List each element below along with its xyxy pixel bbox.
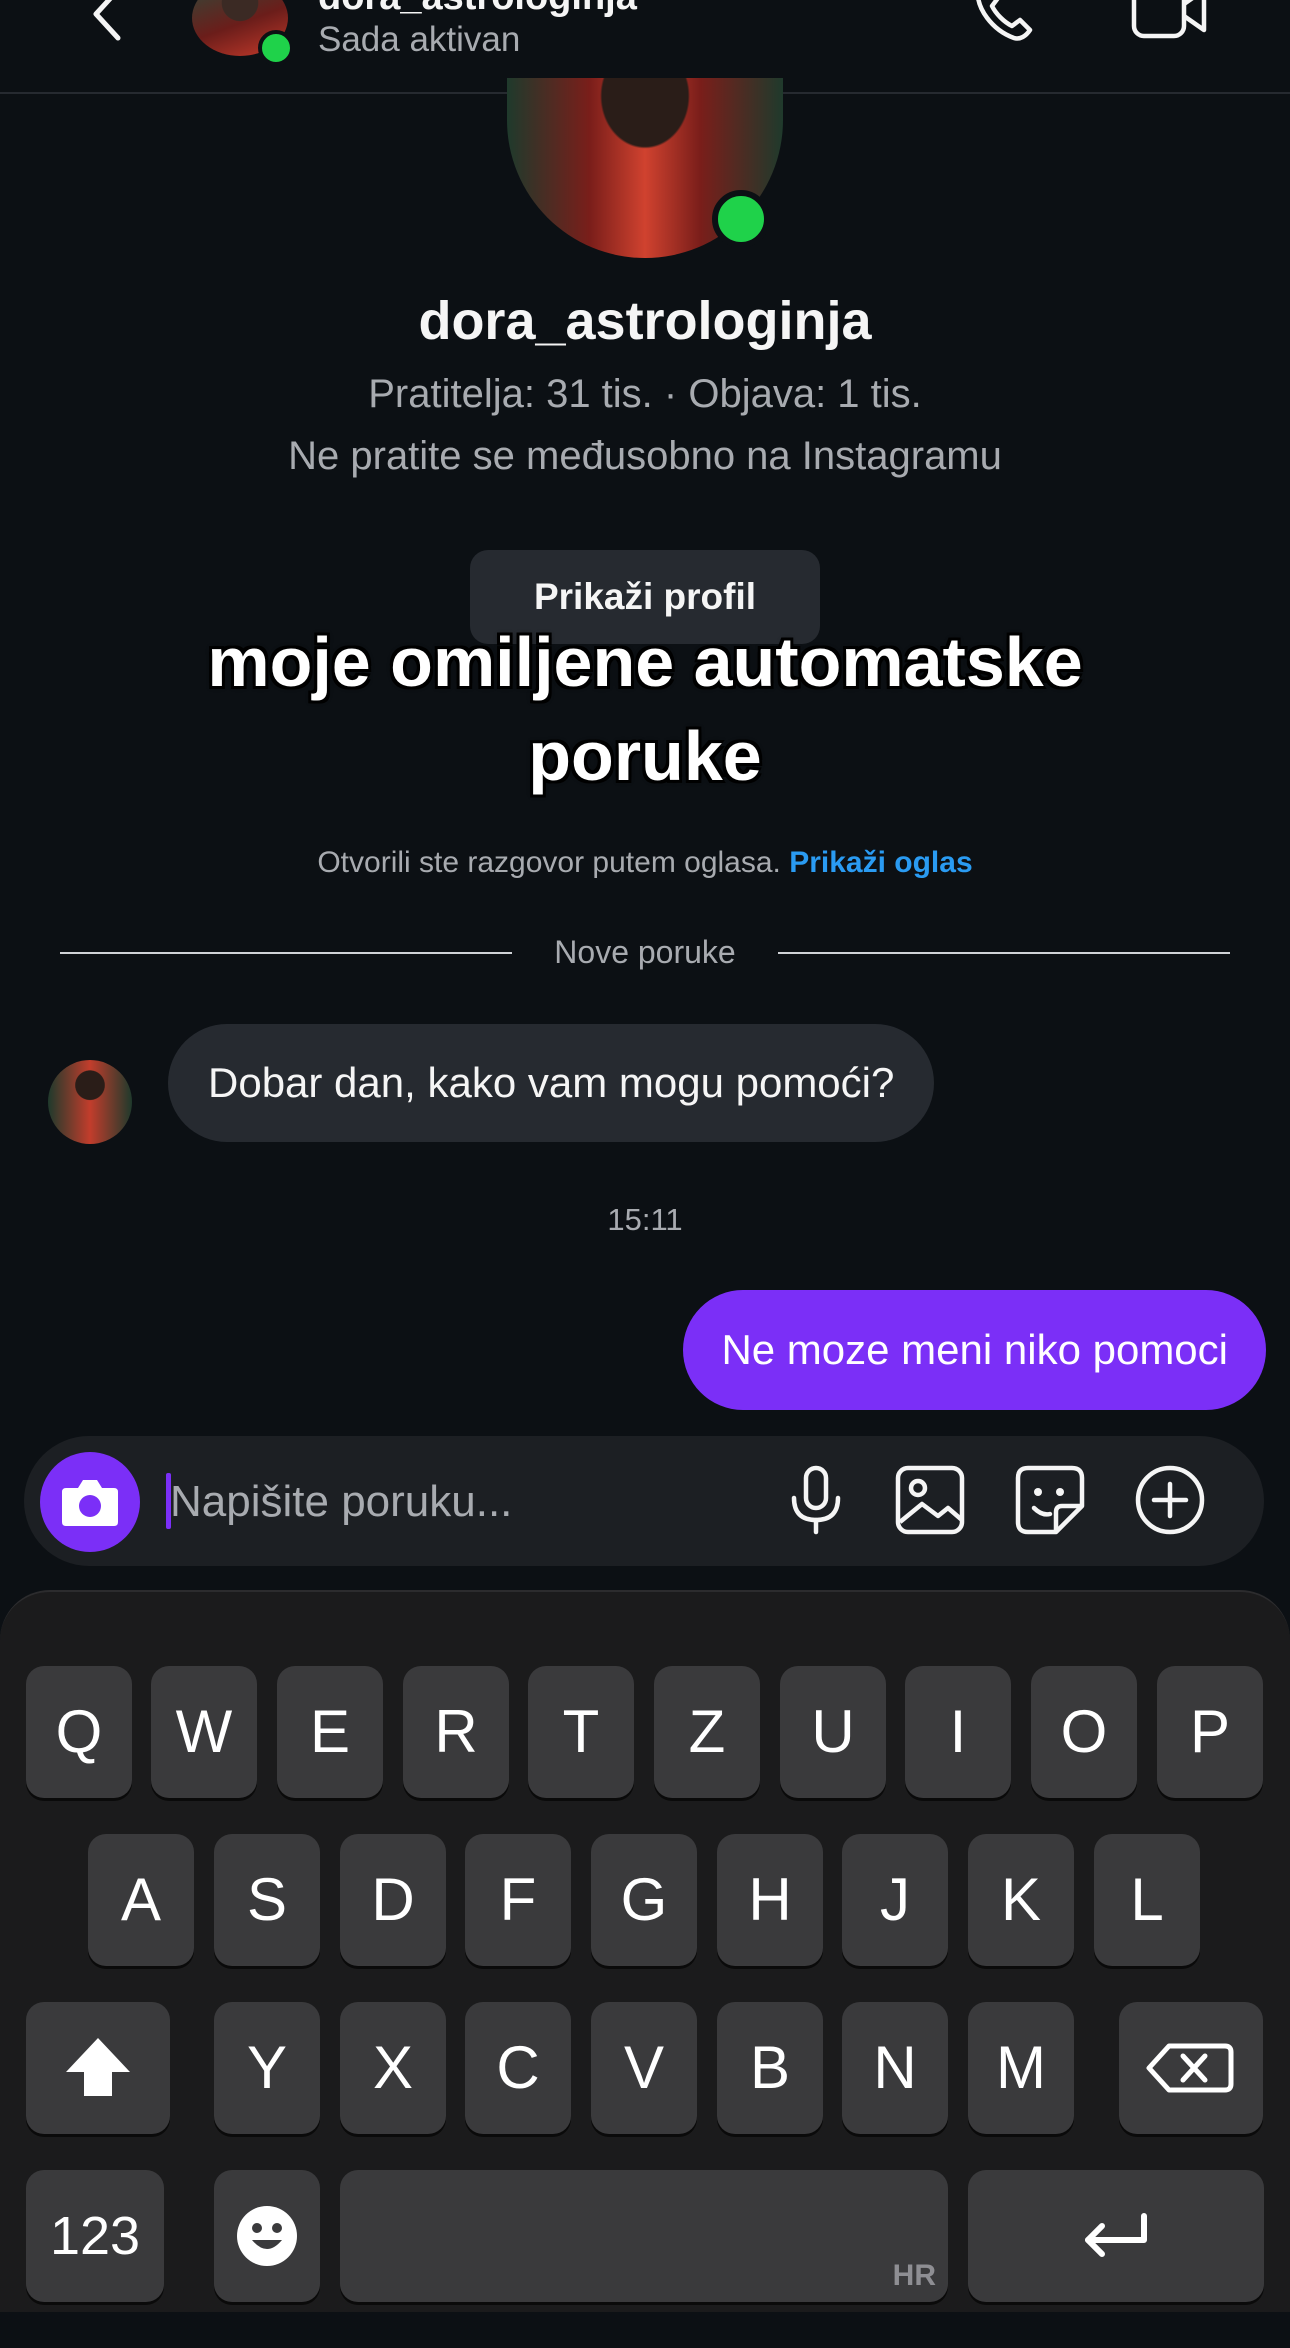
key-label: T <box>562 1698 600 1765</box>
video-call-button[interactable] <box>1130 0 1210 44</box>
sticker-button[interactable] <box>1012 1462 1088 1538</box>
key-g[interactable]: G <box>591 1834 697 1966</box>
video-camera-icon <box>1131 0 1207 39</box>
key-e[interactable]: E <box>277 1666 383 1798</box>
view-ad-link[interactable]: Prikaži oglas <box>789 846 972 879</box>
key-label: N <box>873 2034 917 2101</box>
key-label: D <box>371 1866 415 1933</box>
video-caption-overlay: moje omiljene automatske poruke <box>207 623 1083 795</box>
key-label: A <box>120 1866 162 1933</box>
key-h[interactable]: H <box>717 1834 823 1966</box>
ad-notice: Otvorili ste razgovor putem oglasa. Prik… <box>0 846 1290 880</box>
key-label: L <box>1130 1866 1164 1933</box>
ad-notice-text: Otvorili ste razgovor putem oglasa. <box>317 846 790 879</box>
key-label: S <box>246 1866 288 1933</box>
key-j[interactable]: J <box>842 1834 948 1966</box>
emoji-key[interactable] <box>214 2170 320 2302</box>
key-label: Q <box>55 1698 103 1765</box>
key-label: 123 <box>49 2206 141 2266</box>
key-label: Y <box>246 2034 288 2101</box>
back-arrow-icon <box>93 0 121 41</box>
key-label: M <box>996 2034 1046 2101</box>
key-label: J <box>880 1866 910 1933</box>
shift-key[interactable] <box>26 2002 170 2134</box>
key-label: Z <box>688 1698 726 1765</box>
header-status: Sada aktivan <box>318 20 521 59</box>
key-label: B <box>749 2034 791 2101</box>
phone-icon <box>976 0 1033 41</box>
key-label: K <box>1000 1866 1042 1933</box>
new-messages-divider-label: Nove poruke <box>554 934 736 970</box>
sticker-icon <box>1015 1465 1085 1535</box>
shift-icon <box>66 2038 130 2096</box>
mutual-follow-note: Ne pratite se međusobno na Instagramu <box>288 434 1002 478</box>
key-label: I <box>949 1698 967 1765</box>
key-label: E <box>309 1698 351 1765</box>
key-c[interactable]: C <box>465 2002 571 2134</box>
key-q[interactable]: Q <box>26 1666 132 1798</box>
profile-stats: Pratitelja: 31 tis. · Objava: 1 tis. <box>368 372 922 416</box>
key-a[interactable]: A <box>88 1834 194 1966</box>
key-d[interactable]: D <box>340 1834 446 1966</box>
header-username[interactable]: dora_astrologinja <box>318 0 637 19</box>
key-n[interactable]: N <box>842 2002 948 2134</box>
back-button[interactable] <box>82 0 132 44</box>
key-z[interactable]: Z <box>654 1666 760 1798</box>
camera-icon <box>62 1480 118 1526</box>
voice-call-button[interactable] <box>970 0 1036 46</box>
key-x[interactable]: X <box>340 2002 446 2134</box>
key-k[interactable]: K <box>968 1834 1074 1966</box>
key-r[interactable]: R <box>403 1666 509 1798</box>
outgoing-message-bubble[interactable]: Ne moze meni niko pomoci <box>683 1290 1266 1410</box>
message-input[interactable] <box>168 1466 752 1538</box>
key-u[interactable]: U <box>780 1666 886 1798</box>
divider-line-left <box>60 952 512 954</box>
key-m[interactable]: M <box>968 2002 1074 2134</box>
numbers-key[interactable]: 123 <box>26 2170 164 2302</box>
voice-message-button[interactable] <box>778 1462 854 1538</box>
online-indicator <box>258 30 294 66</box>
sender-avatar[interactable] <box>48 1060 132 1144</box>
key-f[interactable]: F <box>465 1834 571 1966</box>
key-t[interactable]: T <box>528 1666 634 1798</box>
key-label: G <box>620 1866 668 1933</box>
key-label: W <box>175 1698 233 1765</box>
profile-online-indicator <box>712 190 770 248</box>
profile-username: dora_astrologinja <box>418 291 872 351</box>
key-b[interactable]: B <box>717 2002 823 2134</box>
gallery-button[interactable] <box>892 1462 968 1538</box>
key-v[interactable]: V <box>591 2002 697 2134</box>
key-y[interactable]: Y <box>214 2002 320 2134</box>
incoming-message-bubble[interactable]: Dobar dan, kako vam mogu pomoći? <box>168 1024 935 1142</box>
return-icon <box>1085 2213 1147 2257</box>
emoji-icon <box>237 2206 297 2266</box>
key-p[interactable]: P <box>1157 1666 1263 1798</box>
key-label: F <box>499 1866 537 1933</box>
key-label: V <box>623 2034 665 2101</box>
plus-circle-icon <box>1135 1465 1205 1535</box>
backspace-icon <box>1146 2043 1234 2093</box>
key-i[interactable]: I <box>905 1666 1011 1798</box>
key-label: R <box>434 1698 478 1765</box>
key-label: H <box>748 1866 792 1933</box>
key-label: X <box>372 2034 414 2101</box>
message-timestamp: 15:11 <box>607 1202 683 1237</box>
more-options-button[interactable] <box>1132 1462 1208 1538</box>
key-s[interactable]: S <box>214 1834 320 1966</box>
key-label: O <box>1060 1698 1108 1765</box>
key-l[interactable]: L <box>1094 1834 1200 1966</box>
key-label: P <box>1189 1698 1231 1765</box>
return-key[interactable] <box>968 2170 1264 2302</box>
key-label: C <box>496 2034 540 2101</box>
key-w[interactable]: W <box>151 1666 257 1798</box>
camera-button[interactable] <box>40 1452 140 1552</box>
image-icon <box>895 1465 965 1535</box>
keyboard-language-label: HR <box>892 2259 936 2292</box>
microphone-icon <box>791 1465 841 1535</box>
divider-line-right <box>778 952 1230 954</box>
key-o[interactable]: O <box>1031 1666 1137 1798</box>
backspace-key[interactable] <box>1119 2002 1263 2134</box>
space-key[interactable]: HR <box>340 2170 948 2302</box>
key-label: U <box>811 1698 855 1765</box>
